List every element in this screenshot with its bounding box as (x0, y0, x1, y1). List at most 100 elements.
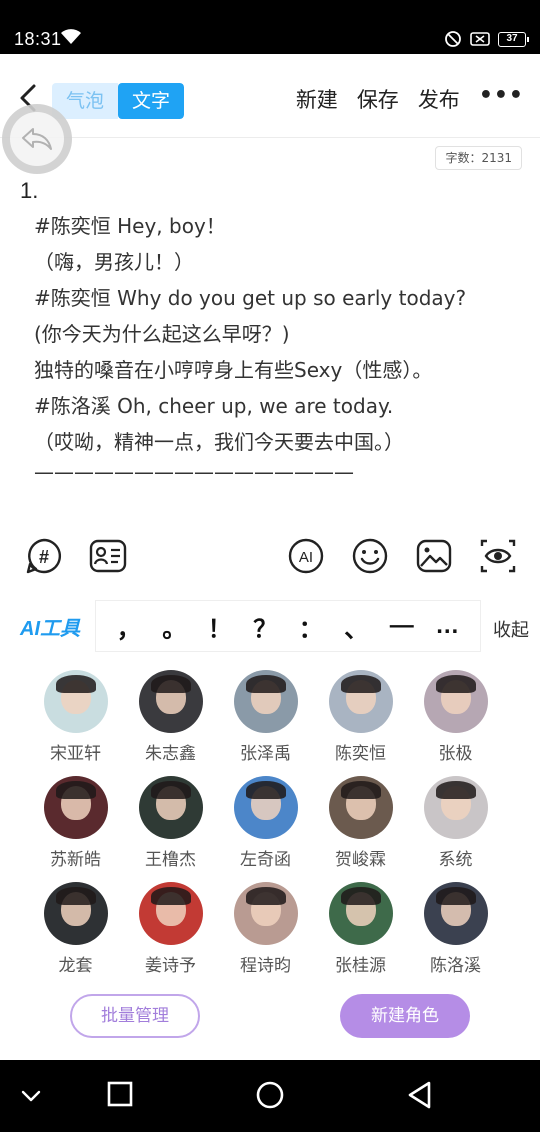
character-name: 姜诗予 (145, 956, 196, 976)
status-right: 37 (444, 30, 529, 48)
status-time: 18:31 (14, 29, 62, 49)
preview-eye-icon[interactable] (478, 536, 518, 576)
character-name: 龙套 (58, 956, 93, 976)
avatar (138, 882, 203, 945)
emoji-icon[interactable] (350, 536, 390, 576)
tab-text[interactable]: 文字 (118, 83, 185, 119)
new-character-button[interactable]: 新建角色 (340, 994, 470, 1038)
character-name: 程诗昀 (240, 956, 291, 976)
character-item[interactable]: 系统 (408, 776, 503, 870)
avatar (233, 882, 298, 945)
back-triangle-icon[interactable] (406, 1080, 434, 1110)
character-item[interactable]: 陈洛溪 (408, 882, 503, 976)
character-item[interactable]: 王橹杰 (123, 776, 218, 870)
editor-line: (你今天为什么起这么早呀？) (34, 322, 290, 346)
punct-dash[interactable]: — (390, 612, 414, 640)
image-icon[interactable] (414, 536, 454, 576)
character-item[interactable]: 朱志鑫 (123, 670, 218, 764)
character-item[interactable]: 姜诗予 (123, 882, 218, 976)
hashtag-icon[interactable]: # (24, 536, 64, 576)
avatar (423, 882, 488, 945)
avatar (138, 670, 203, 733)
avatar (43, 670, 108, 733)
character-name: 系统 (438, 850, 473, 870)
svg-text:AI: AI (299, 549, 313, 566)
punct-ellipsis[interactable]: … (435, 612, 459, 640)
editor-line: ———————————————— (34, 460, 354, 484)
line-number: 1. (20, 178, 39, 203)
editor-toolbar: # AI (0, 536, 540, 580)
system-nav-bar (0, 1060, 540, 1132)
save-button[interactable]: 保存 (357, 84, 399, 114)
ai-tools-button[interactable]: AI工具 (20, 612, 80, 641)
recents-square-icon[interactable] (106, 1080, 134, 1108)
word-count-badge: 字数：2131 (435, 146, 522, 170)
avatar (233, 670, 298, 733)
avatar (423, 670, 488, 733)
battery-level: 37 (506, 32, 518, 44)
publish-button[interactable]: 发布 (418, 84, 460, 114)
editor-line: #陈洛溪 Oh, cheer up, we are today. (34, 394, 394, 418)
character-name: 宋亚轩 (50, 744, 101, 764)
character-item[interactable]: 贺峻霖 (313, 776, 408, 870)
avatar (328, 882, 393, 945)
mode-toggle: 气泡 文字 (52, 83, 185, 119)
character-item[interactable]: 龙套 (28, 882, 123, 976)
character-name: 朱志鑫 (145, 744, 196, 764)
character-name: 左奇函 (240, 850, 291, 870)
status-bar: 18:31 37 (0, 0, 540, 54)
sim-card-icon (470, 32, 490, 46)
home-circle-icon[interactable] (255, 1080, 285, 1110)
character-grid: 宋亚轩 朱志鑫 张泽禹 陈奕恒 张极 苏新皓 王橹杰 左奇函 贺峻霖 系统 龙套… (28, 670, 512, 976)
top-bar: 气泡 文字 新建 保存 发布 ••• (0, 54, 540, 138)
avatar (43, 776, 108, 839)
punct-question[interactable]: ？ (253, 609, 277, 644)
avatar (423, 776, 488, 839)
chevron-down-icon[interactable] (18, 1086, 44, 1106)
undo-button[interactable] (2, 104, 72, 174)
character-item[interactable]: 张极 (408, 670, 503, 764)
editor-line: 独特的嗓音在小哼哼身上有些Sexy（性感）。 (34, 358, 433, 382)
avatar (233, 776, 298, 839)
character-name: 贺峻霖 (335, 850, 386, 870)
character-item[interactable]: 左奇函 (218, 776, 313, 870)
punctuation-row: AI工具 ， 。 ！ ？ ： 、 — … 收起 (0, 598, 540, 652)
character-name: 陈洛溪 (430, 956, 481, 976)
punct-enumeration-comma[interactable]: 、 (344, 609, 368, 644)
character-name: 王橹杰 (145, 850, 196, 870)
editor-line: （哎呦，精神一点，我们今天要去中国。） (34, 430, 404, 454)
undo-icon (22, 128, 52, 150)
collapse-button[interactable]: 收起 (493, 616, 529, 642)
avatar (328, 776, 393, 839)
contact-card-icon[interactable] (88, 536, 128, 576)
svg-text:#: # (39, 547, 49, 567)
editor-line: （嗨，男孩儿！） (34, 250, 194, 274)
character-item[interactable]: 陈奕恒 (313, 670, 408, 764)
punct-colon[interactable]: ： (299, 609, 323, 644)
character-name: 张桂源 (335, 956, 386, 976)
character-name: 张极 (438, 744, 473, 764)
undo-button-inner (10, 112, 64, 166)
character-name: 张泽禹 (240, 744, 291, 764)
top-actions: 新建 保存 发布 ••• (296, 83, 524, 114)
character-item[interactable]: 张桂源 (313, 882, 408, 976)
avatar (43, 882, 108, 945)
character-name: 苏新皓 (50, 850, 101, 870)
do-not-disturb-icon (445, 31, 461, 47)
more-icon[interactable]: ••• (479, 83, 524, 108)
punct-period[interactable]: 。 (162, 609, 186, 644)
batch-manage-button[interactable]: 批量管理 (70, 994, 200, 1038)
character-item[interactable]: 宋亚轩 (28, 670, 123, 764)
battery-icon: 37 (498, 31, 529, 47)
editor-line: #陈奕恒 Why do you get up so early today? (34, 286, 467, 310)
editor-line: #陈奕恒 Hey, boy！ (34, 214, 226, 238)
character-item[interactable]: 苏新皓 (28, 776, 123, 870)
character-item[interactable]: 程诗昀 (218, 882, 313, 976)
punct-exclamation[interactable]: ！ (208, 609, 232, 644)
wifi-icon (61, 29, 81, 44)
ai-icon[interactable]: AI (286, 536, 326, 576)
new-button[interactable]: 新建 (296, 84, 338, 114)
character-item[interactable]: 张泽禹 (218, 670, 313, 764)
character-name: 陈奕恒 (335, 744, 386, 764)
punct-comma[interactable]: ， (117, 609, 141, 644)
